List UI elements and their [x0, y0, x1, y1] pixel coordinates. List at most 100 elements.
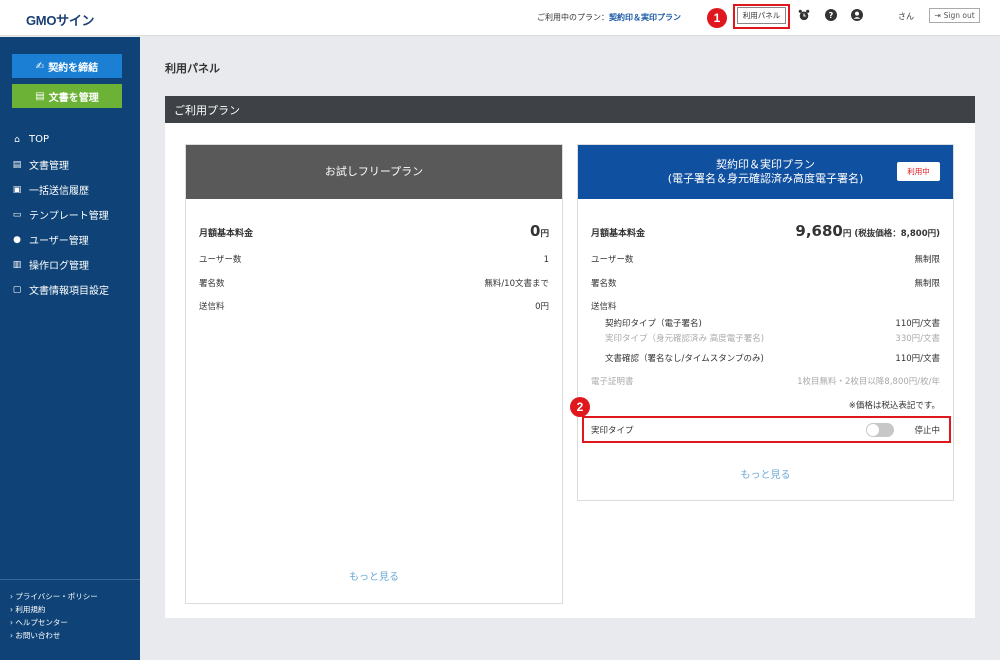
signs-value: 無料/10文書まで: [484, 279, 549, 289]
send-item-value: 110円/文書: [895, 354, 940, 364]
document-icon: ▤: [12, 159, 22, 170]
fee-value: 0: [530, 222, 541, 240]
callout-badge-1: 1: [707, 8, 727, 28]
users-label: ユーザー数: [591, 255, 634, 265]
paid-plan-subtitle: (電子署名＆身元確認済み高度電子署名): [667, 172, 864, 185]
send-item-label: 実印タイプ（身元確認済み 高度電子署名): [605, 334, 765, 344]
send-item-value: 330円/文書: [895, 334, 940, 344]
monthly-fee-row: 月額基本料金 0円: [199, 222, 549, 240]
certificate-label: 電子証明書: [591, 377, 634, 387]
users-value: 無制限: [914, 255, 940, 265]
sidebar-item-label: ユーザー管理: [29, 236, 89, 247]
sidebar-item-label: 操作ログ管理: [29, 261, 89, 272]
current-plan-label: ご利用中のプラン：: [537, 13, 609, 22]
send-item-row: 実印タイプ（身元確認済み 高度電子署名) 330円/文書: [605, 332, 940, 344]
highlight-box-jitsuin-row: [582, 416, 951, 443]
send-item-value: 110円/文書: [895, 319, 940, 329]
certificate-row: 電子証明書 1枚目無料・2枚目以降8,800円/枚/年: [591, 375, 940, 387]
sidebar-item-label: 文書管理: [29, 161, 69, 172]
send-value: 0円: [535, 302, 549, 312]
signs-row: 署名数 無料/10文書まで: [199, 277, 549, 289]
send-item-row: 契約印タイプ（電子署名) 110円/文書: [605, 317, 940, 329]
signs-row: 署名数 無制限: [591, 277, 940, 289]
privacy-policy-link[interactable]: › プライバシー・ポリシー: [10, 590, 140, 603]
current-plan-info: ご利用中のプラン：契約印＆実印プラン: [537, 12, 681, 23]
paid-plan-card: 契約印＆実印プラン (電子署名＆身元確認済み高度電子署名) 利用中 月額基本料金…: [577, 144, 954, 501]
document-icon: ▤: [35, 90, 45, 102]
sidebar-item-label: 一括送信履歴: [29, 186, 89, 197]
gmo-sign-logo[interactable]: GMOサイン: [26, 10, 95, 29]
usage-panel-button[interactable]: 利用パネル: [737, 7, 786, 24]
free-plan-more-link[interactable]: もっと見る: [186, 568, 562, 583]
batch-send-icon: ▣: [12, 184, 22, 195]
users-value: 1: [543, 255, 549, 265]
sidebar-item-templates[interactable]: ▭ テンプレート管理: [0, 202, 140, 227]
sidebar-item-label: テンプレート管理: [29, 211, 109, 222]
send-label: 送信料: [199, 302, 225, 312]
sign-contract-button[interactable]: ✍ 契約を締結: [12, 54, 122, 78]
top-header: GMOサイン ご利用中のプラン：契約印＆実印プラン 1 利用パネル ? さん ⇥…: [0, 0, 1000, 36]
terms-link[interactable]: › 利用規約: [10, 603, 140, 616]
paid-plan-title: 契約印＆実印プラン: [716, 158, 815, 171]
log-icon: ▥: [12, 259, 22, 270]
users-label: ユーザー数: [199, 255, 242, 265]
sign-out-icon: ⇥: [934, 11, 941, 20]
panel-title: ご利用プラン: [165, 96, 975, 123]
send-item-row: 文書確認（署名なし/タイムスタンプのみ) 110円/文書: [605, 352, 940, 364]
sidebar-footer: › プライバシー・ポリシー › 利用規約 › ヘルプセンター › お問い合わせ: [0, 579, 140, 642]
manage-documents-button[interactable]: ▤ 文書を管理: [12, 84, 122, 108]
field-settings-icon: ▢: [12, 284, 22, 295]
home-icon: ⌂: [14, 134, 20, 145]
sidebar-item-documents[interactable]: ▤ 文書管理: [0, 152, 140, 177]
send-item-label: 文書確認（署名なし/タイムスタンプのみ): [605, 354, 764, 364]
sidebar-item-label: 文書情報項目設定: [29, 286, 109, 297]
sidebar-item-operation-log[interactable]: ▥ 操作ログ管理: [0, 252, 140, 277]
sidebar-item-batch-history[interactable]: ▣ 一括送信履歴: [0, 177, 140, 202]
send-label: 送信料: [591, 302, 617, 312]
free-plan-card: お試しフリープラン 月額基本料金 0円 ユーザー数 1 署名数 無料/10文書ま…: [185, 144, 563, 604]
certificate-value: 1枚目無料・2枚目以降8,800円/枚/年: [797, 377, 940, 387]
sign-out-label: Sign out: [943, 11, 975, 20]
free-plan-title: お試しフリープラン: [186, 145, 562, 199]
signs-value: 無制限: [914, 279, 940, 289]
tax-note: ※価格は税込表記です。: [591, 399, 940, 411]
fee-label: 月額基本料金: [199, 229, 254, 239]
fee-unit: 円 (税抜価格：8,800円): [842, 229, 940, 239]
alarm-clock-icon[interactable]: [798, 9, 810, 21]
manage-documents-label: 文書を管理: [48, 92, 99, 104]
fee-unit: 円: [540, 229, 549, 239]
sign-contract-label: 契約を締結: [48, 62, 99, 74]
send-item-label: 契約印タイプ（電子署名): [605, 319, 702, 329]
sidebar-item-label: TOP: [29, 134, 50, 145]
sidebar-nav: ⌂ TOP ▤ 文書管理 ▣ 一括送信履歴 ▭ テンプレート管理 ● ユーザー管理 ▥ 操作…: [0, 127, 140, 302]
help-center-link[interactable]: › ヘルプセンター: [10, 616, 140, 629]
sidebar-item-doc-fields[interactable]: ▢ 文書情報項目設定: [0, 277, 140, 302]
monthly-fee-row: 月額基本料金 9,680円 (税抜価格：8,800円): [591, 222, 940, 240]
fee-label: 月額基本料金: [591, 229, 646, 239]
callout-badge-2: 2: [570, 397, 590, 417]
template-icon: ▭: [12, 209, 22, 220]
send-fee-row: 送信料 0円: [199, 300, 549, 312]
sidebar: ✍ 契約を締結 ▤ 文書を管理 ⌂ TOP ▤ 文書管理 ▣ 一括送信履歴 ▭ テンプレート…: [0, 37, 140, 660]
users-row: ユーザー数 1: [199, 253, 549, 265]
users-row: ユーザー数 無制限: [591, 253, 940, 265]
contact-link[interactable]: › お問い合わせ: [10, 629, 140, 642]
user-name: さん: [898, 12, 914, 21]
handshake-icon: ✍: [35, 60, 45, 72]
page-title: 利用パネル: [165, 62, 220, 75]
signs-label: 署名数: [199, 279, 225, 289]
paid-plan-header: 契約印＆実印プラン (電子署名＆身元確認済み高度電子署名) 利用中: [578, 145, 953, 199]
current-plan-name: 契約印＆実印プラン: [609, 13, 681, 22]
paid-plan-more-link[interactable]: もっと見る: [578, 466, 953, 481]
signs-label: 署名数: [591, 279, 617, 289]
sidebar-item-users[interactable]: ● ユーザー管理: [0, 227, 140, 252]
in-use-badge: 利用中: [897, 162, 940, 181]
send-fee-row: 送信料: [591, 300, 940, 312]
user-icon: ●: [13, 234, 21, 245]
sign-out-button[interactable]: ⇥ Sign out: [929, 8, 980, 23]
fee-value: 9,680: [795, 222, 843, 240]
sidebar-item-top[interactable]: ⌂ TOP: [0, 127, 140, 152]
tax-note-text: ※価格は税込表記です。: [848, 401, 940, 411]
help-icon[interactable]: ?: [825, 9, 837, 21]
account-icon[interactable]: [851, 9, 863, 21]
